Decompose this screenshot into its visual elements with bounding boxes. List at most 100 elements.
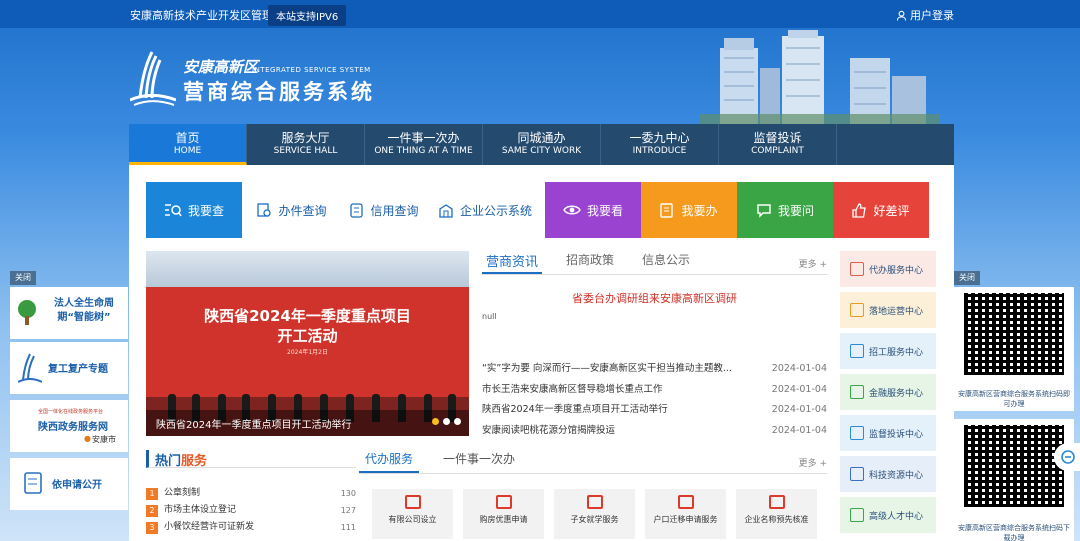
- tab-info-disclosure[interactable]: 信息公示: [638, 251, 694, 274]
- enterprise-system-link[interactable]: 企业公示系统: [426, 182, 545, 238]
- nav-same-city[interactable]: 同城通办 SAME CITY WORK: [483, 124, 601, 165]
- open-request-link[interactable]: 依申请公开: [10, 458, 128, 510]
- news-title: “实”字为要 向深而行——安康高新区实干担当推动主题教...: [482, 363, 732, 374]
- nav-label-en: COMPLAINT: [751, 146, 804, 156]
- proxy-card-company[interactable]: 有限公司设立: [372, 489, 453, 539]
- service-center-tech[interactable]: 科技资源中心: [840, 456, 936, 492]
- service-center-landing[interactable]: 落地运营中心: [840, 292, 936, 328]
- service-center-complaint[interactable]: 监督投诉中心: [840, 415, 936, 451]
- lead-news-title[interactable]: 省委台办调研组来安康高新区调研: [482, 290, 827, 306]
- site-title-small: 安康高新区: [183, 58, 259, 76]
- news-more-link[interactable]: 更多 +: [799, 257, 827, 270]
- proxy-card-housing[interactable]: 购房优惠申请: [463, 489, 544, 539]
- site-title-en: INTEGRATED SERVICE SYSTEM: [252, 66, 371, 74]
- proxy-more-link[interactable]: 更多 +: [799, 456, 827, 469]
- shaanxi-gov-link[interactable]: 全国一体化在线政务服务平台 陕西政务服务网 安康市 ●: [10, 400, 128, 452]
- news-item[interactable]: “实”字为要 向深而行——安康高新区实干担当推动主题教... 2024-01-04: [482, 359, 827, 380]
- proxy-card-school[interactable]: 子女就学服务: [554, 489, 635, 539]
- hot-services: 热门服务 1 公章刻制 130 2 市场主体设立登记 127 3 小餐饮经营许可证新发 11…: [146, 450, 356, 536]
- case-query-link[interactable]: 办件查询: [242, 182, 342, 238]
- service-center-label: 招工服务中心: [869, 347, 924, 358]
- ask-label: 我要问: [777, 203, 814, 218]
- factory-icon: [850, 303, 864, 317]
- nav-home[interactable]: 首页 HOME: [129, 124, 247, 165]
- hot-title-b: 服务: [181, 454, 208, 469]
- service-center-agent[interactable]: 代办服务中心: [840, 251, 936, 287]
- logo-icon: [130, 51, 176, 106]
- gov-platform-label: 全国一体化在线政务服务平台: [38, 409, 104, 415]
- service-center-label: 代办服务中心: [869, 265, 924, 276]
- service-center-label: 落地运营中心: [869, 306, 924, 317]
- top-bar: 安康高新技术产业开发区管理委员会 本站支持IPV6 用户登录: [0, 0, 1080, 28]
- news-item[interactable]: 市长王浩来安康高新区督导稳增长重点工作 2024-01-04: [482, 380, 827, 401]
- carousel-date: 2024年1月2日: [287, 349, 328, 356]
- news-title: 安康阅读吧桃花源分馆揭牌投运: [482, 424, 616, 436]
- nav-service-hall[interactable]: 服务大厅 SERVICE HALL: [247, 124, 365, 165]
- ask-button[interactable]: 我要问: [737, 182, 833, 238]
- tab-proxy-service[interactable]: 代办服务: [359, 450, 420, 473]
- hot-item[interactable]: 3 小餐饮经营许可证新发 111: [146, 519, 356, 536]
- accessibility-tab[interactable]: [1054, 443, 1080, 471]
- news-date: 2024-01-04: [771, 404, 827, 415]
- clipboard-icon: [850, 262, 864, 276]
- carousel-dots: [432, 418, 461, 425]
- header: 安康高新区 INTEGRATED SERVICE SYSTEM 营商综合服务系统: [0, 28, 1080, 124]
- resume-work-link[interactable]: 复工复产专题: [10, 342, 128, 394]
- see-button[interactable]: 我要看: [545, 182, 641, 238]
- thumbs-up-icon: [852, 202, 867, 218]
- tab-business-news[interactable]: 营商资讯: [482, 251, 543, 274]
- news-list: “实”字为要 向深而行——安康高新区实干担当推动主题教... 2024-01-04…: [482, 359, 827, 441]
- case-query-icon: [257, 202, 272, 217]
- right-close-button[interactable]: 关闭: [954, 271, 980, 285]
- service-center-recruit[interactable]: 招工服务中心: [840, 333, 936, 369]
- user-icon: [896, 10, 907, 21]
- search-label: 我要查: [187, 203, 224, 218]
- hot-item[interactable]: 2 市场主体设立登记 127: [146, 502, 356, 519]
- do-button[interactable]: 我要办: [641, 182, 737, 238]
- news-item[interactable]: 安康阅读吧桃花源分馆揭牌投运 2024-01-04: [482, 421, 827, 442]
- rank-badge: 3: [146, 521, 158, 534]
- tree-icon: [18, 300, 36, 325]
- proxy-card-naming[interactable]: 企业名称预先核准: [736, 489, 817, 539]
- service-center-talent[interactable]: 高级人才中心: [840, 497, 936, 533]
- logo-icon: [18, 353, 42, 383]
- left-close-button[interactable]: 关闭: [10, 271, 36, 285]
- credit-query-label: 信用查询: [370, 203, 419, 218]
- proxy-card-migration[interactable]: 户口迁移申请服务: [645, 489, 726, 539]
- review-button[interactable]: 好差评: [833, 182, 929, 238]
- hot-item[interactable]: 1 公章刻制 130: [146, 485, 356, 502]
- tab-investment-policy[interactable]: 招商政策: [562, 251, 618, 274]
- carousel-dot[interactable]: [432, 418, 439, 425]
- nav-complaint[interactable]: 监督投诉 COMPLAINT: [719, 124, 837, 165]
- carousel-dot[interactable]: [443, 418, 450, 425]
- service-center-finance[interactable]: 金融服务中心: [840, 374, 936, 410]
- nav-one-thing[interactable]: 一件事一次办 ONE THING AT A TIME: [365, 124, 483, 165]
- service-centers: 代办服务中心 落地运营中心 招工服务中心 金融服务中心 监督投诉中心 科技资源中…: [840, 251, 936, 538]
- news-panel: 营商资讯 招商政策 信息公示 更多 + 省委台办调研组来安康高新区调研 null…: [482, 251, 827, 436]
- refresh-icon: [1061, 450, 1075, 464]
- smart-tree-link[interactable]: 法人全生命周期“智能树”: [10, 287, 128, 339]
- news-tabs: 营商资讯 招商政策 信息公示: [482, 251, 827, 275]
- enterprise-system-label: 企业公示系统: [459, 203, 532, 218]
- hot-item-label: 公章刻制: [164, 488, 201, 498]
- carousel-dot[interactable]: [454, 418, 461, 425]
- search-list-icon: [164, 204, 182, 217]
- search-button[interactable]: 我要查: [146, 182, 242, 238]
- megaphone-icon: [850, 344, 864, 358]
- nav-label: 同城通办: [517, 131, 566, 145]
- nav-introduce[interactable]: 一委九中心 INTRODUCE: [601, 124, 719, 165]
- nav-label: 首页: [175, 131, 200, 145]
- news-carousel[interactable]: 陕西省2024年一季度重点项目 开工活动 2024年1月2日 陕西省2024年一…: [146, 251, 469, 436]
- hot-item-label: 市场主体设立登记: [164, 505, 237, 515]
- enterprise-icon: [439, 203, 453, 218]
- edit-icon: [660, 202, 674, 218]
- ipv6-badge: 本站支持IPV6: [268, 5, 347, 26]
- login-link[interactable]: 用户登录: [896, 7, 954, 23]
- chat-icon: [757, 203, 771, 218]
- site-title: 营商综合服务系统: [183, 80, 375, 104]
- tab-one-thing[interactable]: 一件事一次办: [437, 450, 521, 473]
- credit-query-link[interactable]: 信用查询: [342, 182, 426, 238]
- nav-label: 监督投诉: [753, 131, 802, 145]
- news-item[interactable]: 陕西省2024年一季度重点项目开工活动举行 2024-01-04: [482, 400, 827, 421]
- see-label: 我要看: [586, 203, 623, 218]
